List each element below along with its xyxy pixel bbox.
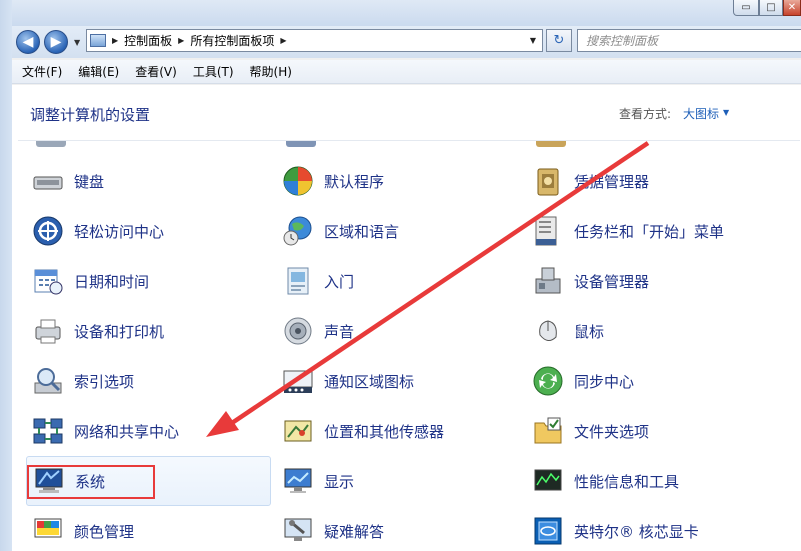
annotation-arrow-shaft xyxy=(224,141,650,429)
annotation-arrow xyxy=(206,141,650,437)
annotation-arrow-head xyxy=(206,411,239,437)
